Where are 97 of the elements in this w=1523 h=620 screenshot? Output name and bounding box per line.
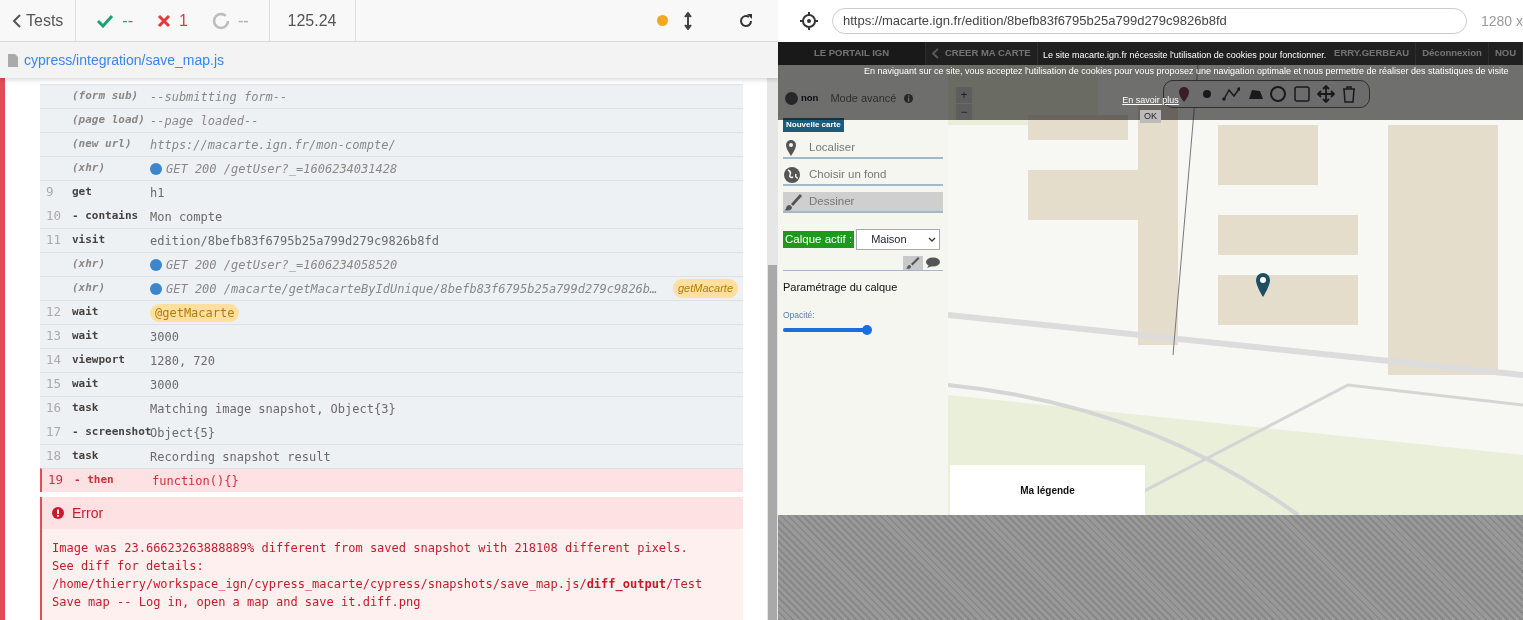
- paintbrush-icon: [905, 256, 921, 270]
- command-name: (form sub): [72, 88, 140, 105]
- speech-bubble-icon: [925, 256, 941, 270]
- command-name: viewport: [72, 352, 126, 369]
- command-name: - contains: [72, 208, 140, 225]
- line-number: 13: [46, 327, 63, 346]
- cookie-notice: Le site macarte.ign.fr nécessite l'utilisation de cookies pour fonctionner.: [1043, 49, 1327, 62]
- alert-icon: [52, 507, 64, 519]
- reload-icon[interactable]: [738, 12, 754, 29]
- duration-text: 125.24: [287, 10, 337, 31]
- file-icon: [8, 53, 18, 67]
- command-message: h1: [150, 184, 165, 202]
- line-number: 9: [46, 183, 55, 202]
- zoom-out-button[interactable]: −: [956, 104, 972, 120]
- request-dot-icon: [150, 258, 162, 271]
- line-number: 18: [46, 447, 63, 466]
- chevron-icon: [932, 48, 939, 59]
- line-number: 10: [46, 207, 63, 226]
- command-message: Object{5}: [150, 424, 216, 442]
- command-message: GET 200 /getUser?_=1606234058520: [166, 256, 398, 274]
- command-name: (xhr): [72, 280, 107, 297]
- legend-title: Ma légende: [950, 465, 1145, 515]
- command-message: edition/8befb83f6795b25a799d279c9826b8fd: [150, 232, 439, 250]
- command-name: task: [72, 448, 100, 465]
- move-icon[interactable]: [1316, 85, 1335, 103]
- command-name: wait: [72, 328, 100, 345]
- settings-title: Paramétrage du calque: [783, 280, 899, 295]
- error-message: Image was 23.66623263888889% different from saved snapshot with 218108 different pixels. See diff for details: /home/thierry/workspace_ign/cypress_macarte/cypress/snapshots/save_map.js/diff_output/Test Save map -- Log in, open a map and save it.diff.png: [51, 540, 704, 611]
- command-name: wait: [72, 304, 100, 321]
- viewport-size: 1280 x: [1480, 11, 1523, 31]
- command-message: function(){}: [152, 472, 239, 490]
- line-number: 11: [46, 231, 63, 250]
- back-button[interactable]: Tests: [12, 8, 64, 33]
- command-message: https://macarte.ign.fr/mon-compte/: [150, 136, 396, 154]
- polyline-icon[interactable]: [1222, 85, 1241, 103]
- command-message: @getMacarte: [150, 303, 240, 322]
- command-message: Matching image snapshot, Object{3}: [150, 400, 396, 418]
- command-message: --page loaded--: [150, 112, 259, 130]
- error-title: Error: [72, 503, 104, 523]
- toggle-label: Mode avancé: [830, 91, 897, 107]
- command-message: Recording snapshot result: [150, 448, 331, 466]
- command-message: --submitting form--: [150, 88, 288, 106]
- new-map-button[interactable]: Nouvelle carte: [783, 118, 844, 132]
- spec-file-link[interactable]: cypress/integration/save_map.js: [24, 49, 224, 71]
- sidebar-item[interactable]: Dessiner: [783, 192, 943, 213]
- pending-count: --: [237, 10, 249, 31]
- spinner-icon: [211, 11, 230, 30]
- alias-tag: getMacarte: [672, 279, 738, 298]
- request-dot-icon: [150, 162, 162, 175]
- line-number: 16: [46, 399, 63, 418]
- command-name: (xhr): [72, 256, 107, 273]
- command-message: GET 200 /getUser?_=1606234031428: [166, 160, 398, 178]
- command-message: 3000: [150, 328, 179, 346]
- sidebar-item[interactable]: Localiser: [783, 138, 943, 159]
- sidebar-item[interactable]: Choisir un fond: [783, 165, 943, 186]
- map-marker-icon[interactable]: [1256, 272, 1270, 297]
- line-number: 12: [46, 303, 63, 322]
- line-number: 17: [46, 423, 63, 442]
- layer-tab[interactable]: [903, 256, 923, 270]
- command-message: 1280, 720: [150, 352, 216, 370]
- line-number: 14: [46, 351, 63, 370]
- command-message: Mon compte: [150, 208, 223, 226]
- command-name: - screenshot: [72, 424, 150, 439]
- info-icon: [904, 94, 914, 103]
- command-name: (new url): [72, 136, 133, 153]
- command-name: get: [72, 184, 93, 201]
- scrollbar[interactable]: [767, 78, 778, 620]
- command-name: (xhr): [72, 160, 107, 177]
- globe-icon: [783, 165, 803, 184]
- request-dot-icon: [150, 282, 162, 295]
- caret-icon: [928, 237, 937, 242]
- command-name: - then: [74, 472, 115, 489]
- line-number: 19: [48, 471, 65, 490]
- command-name: (page load): [72, 112, 146, 129]
- zoom-in-button[interactable]: +: [956, 87, 972, 103]
- learn-more-link[interactable]: En savoir plus: [1122, 94, 1179, 108]
- command-message: GET 200 /macarte/getMacarteByIdUnique/8befb83f6795b25a799d279c9826b…: [166, 280, 658, 298]
- chevron-icon: [12, 13, 22, 28]
- square-icon[interactable]: [1292, 85, 1311, 103]
- passed-count: --: [122, 10, 133, 31]
- circle-icon[interactable]: [1269, 85, 1288, 103]
- crosshair-icon[interactable]: [800, 12, 818, 30]
- failed-count: 1: [179, 10, 188, 31]
- layer-select[interactable]: Maison: [856, 229, 941, 250]
- command-name: visit: [72, 232, 107, 249]
- layer-label: Calque actif :: [783, 230, 855, 249]
- cookie-notice: En naviguant sur ce site, vous acceptez l'utilisation de cookies pour vous proposez une navigation optimale et nous permettre de réaliser des statistiques de visite: [864, 64, 1509, 78]
- check-icon: [96, 13, 115, 28]
- command-name: wait: [72, 376, 100, 393]
- paintbrush-icon: [783, 192, 803, 211]
- opacity-label: Opacité:: [783, 308, 816, 322]
- cross-icon: [157, 13, 171, 28]
- line-number: 15: [46, 375, 63, 394]
- command-message: 3000: [150, 376, 179, 394]
- command-name: task: [72, 400, 100, 417]
- resize-icon[interactable]: [684, 11, 692, 30]
- layer-tab[interactable]: [923, 256, 943, 270]
